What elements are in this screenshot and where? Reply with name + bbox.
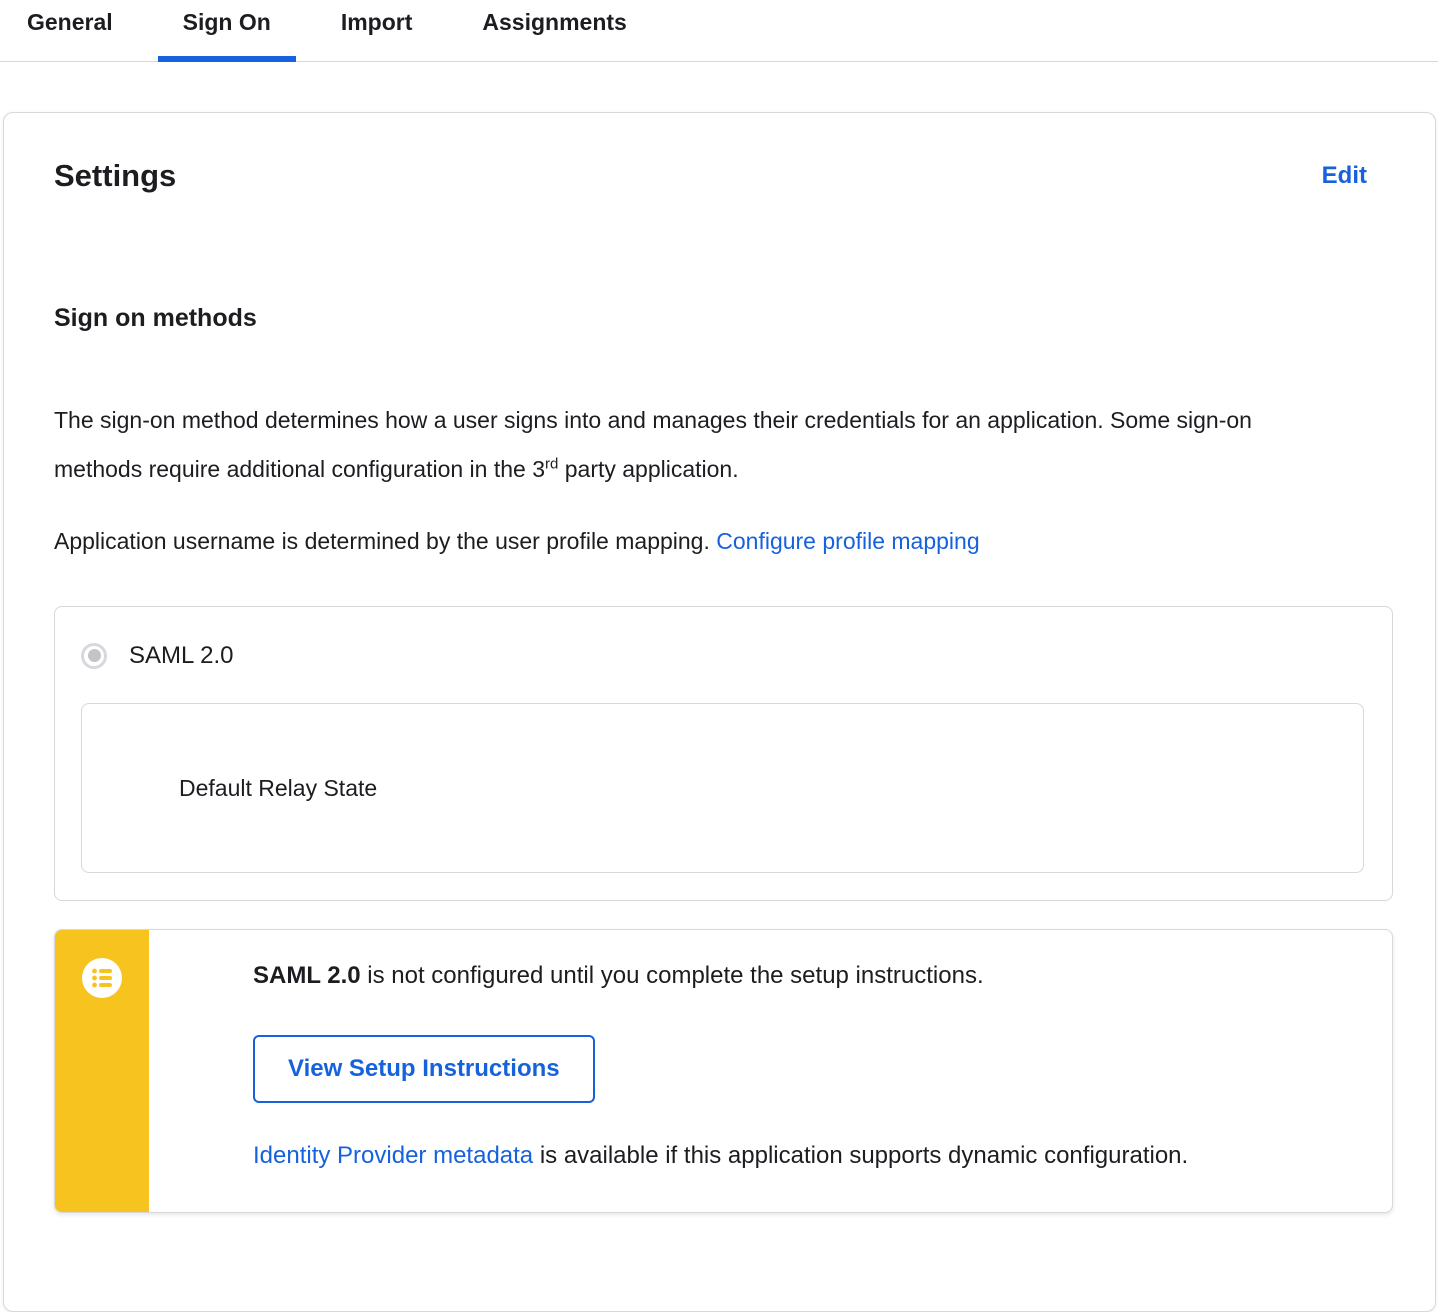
banner-footer-rest: is available if this application support…	[533, 1142, 1189, 1169]
description-text-b: party application.	[558, 456, 739, 482]
list-icon	[82, 958, 122, 998]
saml-radio-row: SAML 2.0	[81, 641, 1364, 670]
banner-message: SAML 2.0 is not configured until you com…	[253, 961, 1352, 991]
tab-general[interactable]: General	[2, 0, 138, 62]
configure-profile-mapping-link[interactable]: Configure profile mapping	[716, 528, 979, 554]
settings-card-header: Settings Edit	[54, 157, 1393, 195]
sign-on-methods-heading: Sign on methods	[54, 304, 257, 332]
radio-selected-dot	[87, 649, 101, 662]
edit-link[interactable]: Edit	[1322, 162, 1367, 190]
username-mapping-description: Application username is determined by th…	[54, 517, 1269, 566]
banner-message-bold: SAML 2.0	[253, 962, 361, 989]
default-relay-state-label: Default Relay State	[179, 774, 378, 801]
view-setup-instructions-button[interactable]: View Setup Instructions	[253, 1035, 595, 1103]
default-relay-state-box: Default Relay State	[81, 703, 1364, 873]
banner-body: SAML 2.0 is not configured until you com…	[201, 930, 1392, 1201]
username-mapping-text: Application username is determined by th…	[54, 528, 717, 554]
page-title: Settings	[54, 158, 177, 193]
banner-footer: Identity Provider metadata is available …	[253, 1141, 1352, 1171]
sign-on-methods-description: The sign-on method determines how a user…	[54, 396, 1269, 494]
settings-card: Settings Edit Sign on methods The sign-o…	[3, 112, 1436, 1312]
tab-assignments[interactable]: Assignments	[457, 0, 651, 62]
banner-message-rest: is not configured until you complete the…	[360, 962, 984, 989]
tab-sign-on[interactable]: Sign On	[157, 0, 296, 62]
saml-setup-banner: SAML 2.0 is not configured until you com…	[54, 929, 1393, 1213]
tab-import[interactable]: Import	[316, 0, 438, 62]
saml-radio-label: SAML 2.0	[129, 642, 234, 669]
ordinal-superscript: rd	[545, 455, 559, 473]
saml-radio-button[interactable]	[81, 642, 107, 669]
saml-method-card: SAML 2.0 Default Relay State	[54, 606, 1393, 901]
tab-bar: General Sign On Import Assignments	[0, 0, 1438, 62]
identity-provider-metadata-link[interactable]: Identity Provider metadata	[253, 1142, 533, 1169]
